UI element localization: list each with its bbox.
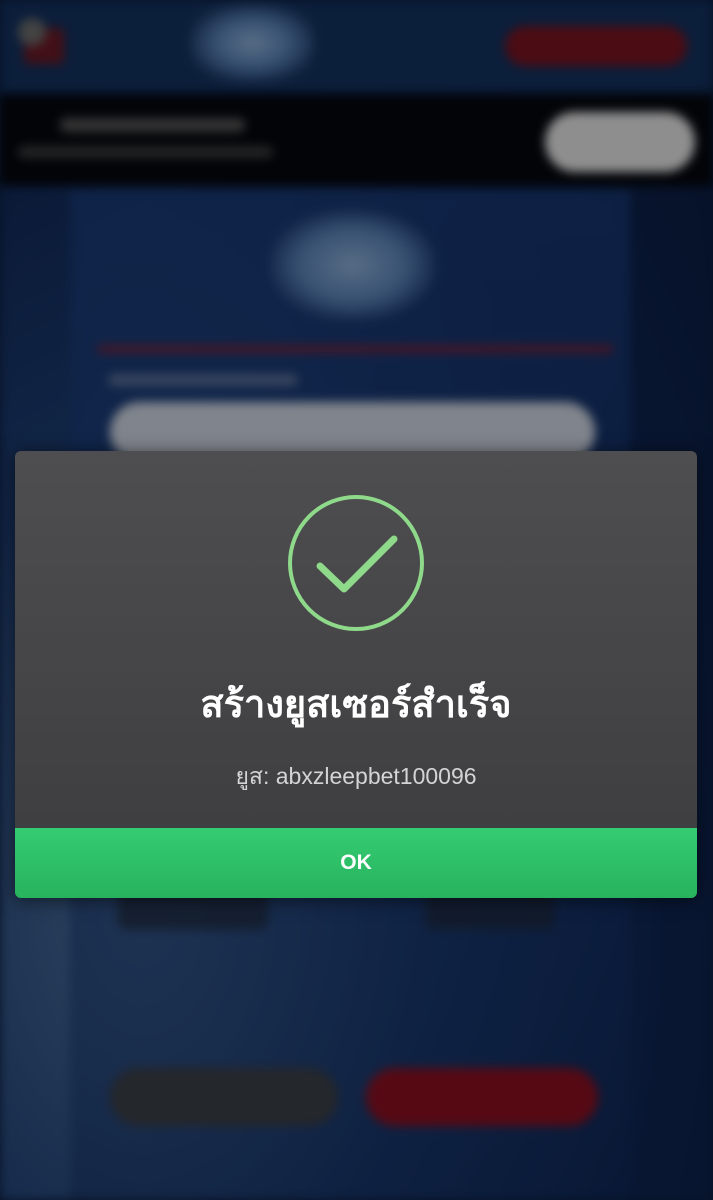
success-dialog: สร้างยูสเซอร์สำเร็จ ยูส: abxzleepbet1000…	[15, 451, 697, 898]
dialog-title: สร้างยูสเซอร์สำเร็จ	[200, 684, 512, 726]
ok-button[interactable]: OK	[15, 828, 697, 898]
dialog-username: ยูส: abxzleepbet100096	[235, 763, 477, 789]
check-circle-icon	[288, 495, 424, 631]
